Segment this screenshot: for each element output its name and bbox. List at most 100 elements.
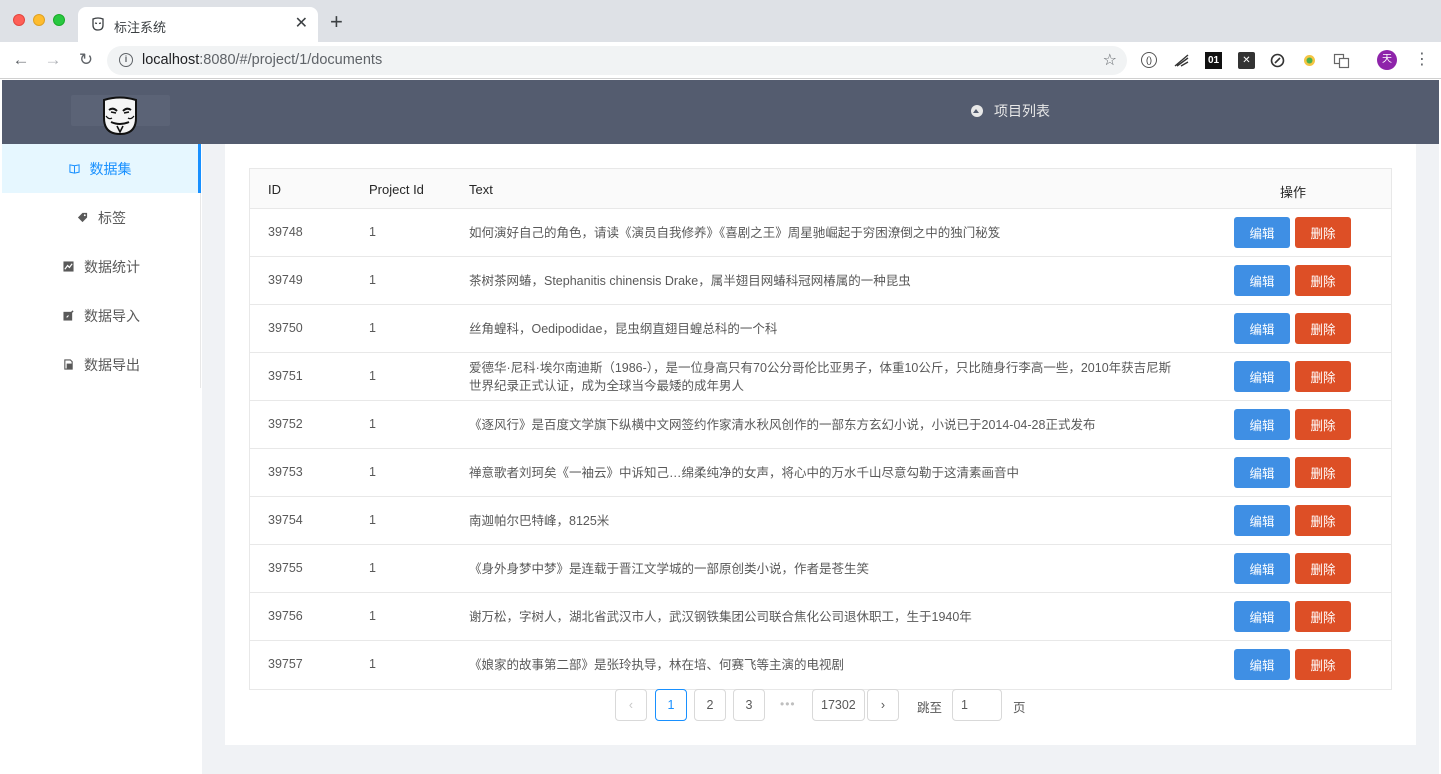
- profile-avatar[interactable]: 天: [1377, 50, 1397, 70]
- cell-id: 39750: [268, 321, 303, 335]
- edit-button[interactable]: 编辑: [1234, 457, 1290, 488]
- table-row: 39755 1 《身外身梦中梦》是连载于晋江文学城的一部原创类小说，作者是苍生笑…: [250, 545, 1391, 593]
- pagination: ‹ 1 2 3 ••• 17302 › 跳至 页: [0, 689, 1441, 721]
- book-icon: [68, 164, 80, 174]
- minimize-window-button[interactable]: [33, 14, 45, 26]
- column-header-id[interactable]: ID: [268, 182, 281, 197]
- cell-text: 《逐风行》是百度文学旗下纵横中文网签约作家清水秋风创作的一部东方玄幻小说，小说已…: [469, 418, 1096, 432]
- cell-id: 39753: [268, 465, 303, 479]
- sidebar-item-label: 数据导入: [84, 307, 140, 324]
- browser-tab[interactable]: 标注系统 ✕: [78, 7, 318, 42]
- sidebar-item-label: 标签: [98, 209, 126, 226]
- mask-favicon-icon: [92, 17, 104, 31]
- sidebar-item-labels[interactable]: 标签: [2, 193, 201, 242]
- extension-leaf-icon[interactable]: [1269, 52, 1286, 69]
- sidebar-item-statistics[interactable]: 数据统计: [2, 242, 201, 291]
- cell-project-id: 1: [369, 657, 376, 671]
- edit-button[interactable]: 编辑: [1234, 409, 1290, 440]
- edit-button[interactable]: 编辑: [1234, 601, 1290, 632]
- info-icon[interactable]: i: [119, 53, 133, 67]
- table-row: 39754 1 南迦帕尔巴特峰，8125米 编辑 删除: [250, 497, 1391, 545]
- edit-button[interactable]: 编辑: [1234, 361, 1290, 392]
- table-row: 39752 1 《逐风行》是百度文学旗下纵横中文网签约作家清水秋风创作的一部东方…: [250, 401, 1391, 449]
- edit-button[interactable]: 编辑: [1234, 649, 1290, 680]
- delete-button[interactable]: 删除: [1295, 265, 1351, 296]
- next-page-button[interactable]: ›: [867, 689, 899, 721]
- delete-button[interactable]: 删除: [1295, 649, 1351, 680]
- forward-arrow-icon[interactable]: →: [43, 50, 63, 70]
- extension-signal-icon[interactable]: [1173, 52, 1190, 69]
- reload-icon[interactable]: ↻: [76, 50, 96, 70]
- cell-project-id: 1: [369, 561, 376, 575]
- table-row: 39756 1 谢万松，字树人，湖北省武汉市人，武汉钢铁集团公司联合焦化公司退休…: [250, 593, 1391, 641]
- app-header: 项目列表: [2, 80, 1439, 144]
- browser-tabbar: 标注系统 ✕ +: [0, 0, 1441, 42]
- delete-button[interactable]: 删除: [1295, 553, 1351, 584]
- address-bar[interactable]: i localhost:8080/#/project/1/documents ☆: [107, 46, 1127, 75]
- project-list-link[interactable]: 项目列表: [971, 101, 1050, 121]
- edit-button[interactable]: 编辑: [1234, 313, 1290, 344]
- edit-button[interactable]: 编辑: [1234, 505, 1290, 536]
- sidebar-item-export[interactable]: 数据导出: [2, 340, 201, 389]
- delete-button[interactable]: 删除: [1295, 217, 1351, 248]
- last-page-button[interactable]: 17302: [812, 689, 865, 721]
- sidebar-item-label: 数据统计: [84, 258, 140, 275]
- cell-project-id: 1: [369, 273, 376, 287]
- close-tab-icon[interactable]: ✕: [295, 14, 308, 34]
- browser-menu-icon[interactable]: ⋮: [1414, 50, 1430, 70]
- arrow-circle-icon: [971, 105, 983, 117]
- cell-id: 39756: [268, 609, 303, 623]
- edit-button[interactable]: 编辑: [1234, 217, 1290, 248]
- translate-icon[interactable]: [1333, 52, 1350, 69]
- cell-project-id: 1: [369, 465, 376, 479]
- sidebar-item-label: 数据导出: [84, 356, 140, 373]
- edit-button[interactable]: 编辑: [1234, 553, 1290, 584]
- new-tab-icon[interactable]: +: [330, 11, 343, 33]
- file-icon: [64, 359, 73, 370]
- delete-button[interactable]: 删除: [1295, 313, 1351, 344]
- bookmark-star-icon[interactable]: ☆: [1103, 50, 1117, 70]
- sidebar-item-dataset[interactable]: 数据集: [2, 144, 201, 193]
- edit-icon: [63, 310, 74, 321]
- cell-project-id: 1: [369, 369, 376, 383]
- page-3-button[interactable]: 3: [733, 689, 765, 721]
- table-row: 39757 1 《娘家的故事第二部》是张玲执导，林在培、何赛飞等主演的电视剧 编…: [250, 641, 1391, 689]
- close-window-button[interactable]: [13, 14, 25, 26]
- extension-x-icon[interactable]: ✕: [1238, 52, 1255, 69]
- tab-title: 标注系统: [114, 20, 167, 35]
- delete-button[interactable]: 删除: [1295, 505, 1351, 536]
- extension-circle-icon[interactable]: (): [1141, 52, 1157, 68]
- cell-text: 茶树茶网蝽，Stephanitis chinensis Drake，属半翅目网蝽…: [469, 274, 911, 288]
- delete-button[interactable]: 删除: [1295, 409, 1351, 440]
- cell-text: 《娘家的故事第二部》是张玲执导，林在培、何赛飞等主演的电视剧: [469, 658, 845, 672]
- back-arrow-icon[interactable]: ←: [11, 50, 31, 70]
- pagination-ellipsis[interactable]: •••: [780, 697, 796, 711]
- extension-globe-icon[interactable]: [1301, 52, 1318, 69]
- cell-id: 39755: [268, 561, 303, 575]
- column-header-project-id[interactable]: Project Id: [369, 182, 424, 197]
- url-text: localhost:8080/#/project/1/documents: [142, 52, 383, 68]
- delete-button[interactable]: 删除: [1295, 601, 1351, 632]
- page-1-button[interactable]: 1: [655, 689, 687, 721]
- extension-binary-icon[interactable]: 01: [1205, 52, 1222, 69]
- delete-button[interactable]: 删除: [1295, 457, 1351, 488]
- logo[interactable]: [71, 95, 170, 136]
- cell-text: 丝角蝗科，Oedipodidae，昆虫纲直翅目蝗总科的一个科: [469, 322, 778, 336]
- column-header-text[interactable]: Text: [469, 182, 493, 197]
- cell-project-id: 1: [369, 417, 376, 431]
- sidebar-item-label: 数据集: [89, 160, 132, 177]
- delete-button[interactable]: 删除: [1295, 361, 1351, 392]
- edit-button[interactable]: 编辑: [1234, 265, 1290, 296]
- cell-text: 如何演好自己的角色，请读《演员自我修养》《喜剧之王》周星驰崛起于穷困潦倒之中的独…: [469, 226, 1001, 240]
- cell-id: 39748: [268, 225, 303, 239]
- maximize-window-button[interactable]: [53, 14, 65, 26]
- cell-text: 谢万松，字树人，湖北省武汉市人，武汉钢铁集团公司联合焦化公司退休职工，生于194…: [469, 610, 972, 624]
- column-header-actions: 操作: [1280, 185, 1307, 200]
- prev-page-button[interactable]: ‹: [615, 689, 647, 721]
- browser-toolbar: ← → ↻ i localhost:8080/#/project/1/docum…: [0, 42, 1441, 79]
- cell-id: 39752: [268, 417, 303, 431]
- jump-page-input[interactable]: [952, 689, 1002, 721]
- page-2-button[interactable]: 2: [694, 689, 726, 721]
- sidebar-item-import[interactable]: 数据导入: [2, 291, 201, 340]
- chart-icon: [63, 261, 74, 272]
